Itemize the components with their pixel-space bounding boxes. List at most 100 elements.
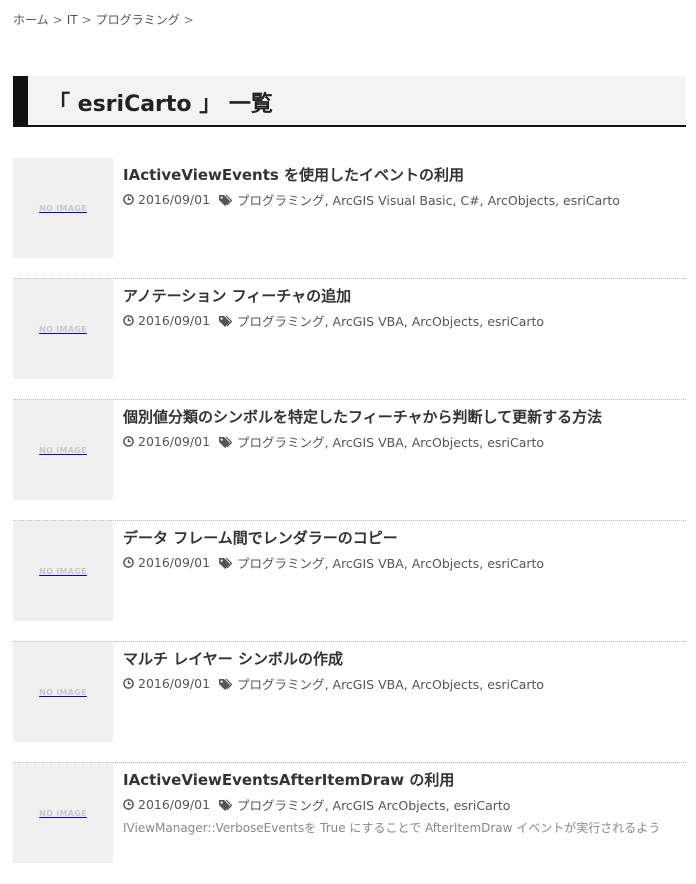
post-date: 2016/09/01 <box>138 434 211 449</box>
post-title-link[interactable]: IActiveViewEventsAfterItemDraw の利用 <box>123 769 454 790</box>
post-tag-link[interactable]: プログラミング <box>237 556 325 571</box>
post-tag-link[interactable]: ArcGIS Visual Basic <box>333 193 453 208</box>
post-item: NO IMAGE IActiveViewEvents を使用したイベントの利用 20… <box>13 158 686 279</box>
clock-icon <box>123 557 134 568</box>
post-excerpt: IViewManager::VerboseEventsを True にすることで… <box>123 821 661 835</box>
tag-separator: , <box>324 193 333 208</box>
post-item: NO IMAGE IActiveViewEventsAfterItemDraw の… <box>13 763 686 884</box>
breadcrumb-programming[interactable]: プログラミング <box>96 13 180 27</box>
tag-separator: , <box>324 556 333 571</box>
post-tags: プログラミング, ArcGIS VBA, ArcObjects, esriCar… <box>237 432 544 451</box>
post-tag-link[interactable]: esriCarto <box>487 314 544 329</box>
post-item: NO IMAGE マルチ レイヤー シンボルの作成 2016/09/01 プログラミン… <box>13 642 686 763</box>
post-tag-link[interactable]: esriCarto <box>487 435 544 450</box>
post-title-link[interactable]: アノテーション フィーチャの追加 <box>123 285 351 306</box>
post-tag-link[interactable]: ArcObjects <box>412 556 480 571</box>
page-title: 「 esriCarto 」 一覧 <box>48 92 273 117</box>
page-title-bar: 「 esriCarto 」 一覧 <box>13 76 686 127</box>
tag-separator: , <box>324 677 333 692</box>
post-thumbnail[interactable]: NO IMAGE <box>13 763 113 863</box>
post-tag-link[interactable]: esriCarto <box>563 193 620 208</box>
post-tag-link[interactable]: ArcObjects <box>412 677 480 692</box>
post-tags: プログラミング, ArcGIS Visual Basic, C#, ArcObj… <box>237 190 620 209</box>
post-tag-link[interactable]: ArcObjects <box>412 314 480 329</box>
post-date: 2016/09/01 <box>138 192 211 207</box>
breadcrumb-it[interactable]: IT <box>67 13 78 27</box>
no-image-placeholder: NO IMAGE <box>39 808 87 818</box>
post-meta: 2016/09/01 プログラミング, ArcGIS VBA, ArcObject… <box>123 674 544 693</box>
post-meta: 2016/09/01 プログラミング, ArcGIS VBA, ArcObject… <box>123 432 544 451</box>
tag-separator: , <box>403 556 412 571</box>
clock-icon <box>123 194 134 205</box>
post-thumbnail[interactable]: NO IMAGE <box>13 400 113 500</box>
post-title-link[interactable]: 個別値分類のシンボルを特定したフィーチャから判断して更新する方法 <box>123 406 602 427</box>
post-item: NO IMAGE 個別値分類のシンボルを特定したフィーチャから判断して更新する方法… <box>13 400 686 521</box>
post-meta: 2016/09/01 プログラミング, ArcGIS ArcObjects, es… <box>123 795 510 814</box>
post-tag-link[interactable]: プログラミング <box>237 435 325 450</box>
post-title-link[interactable]: データ フレーム間でレンダラーのコピー <box>123 527 398 548</box>
no-image-placeholder: NO IMAGE <box>39 445 87 455</box>
post-tag-link[interactable]: ArcGIS VBA <box>333 677 404 692</box>
tags-icon <box>219 194 233 206</box>
tag-separator: , <box>479 314 488 329</box>
no-image-placeholder: NO IMAGE <box>39 687 87 697</box>
tags-icon <box>219 315 233 327</box>
post-meta: 2016/09/01 プログラミング, ArcGIS Visual Basic, … <box>123 190 620 209</box>
title-accent-bar <box>13 76 28 125</box>
post-tags: プログラミング, ArcGIS VBA, ArcObjects, esriCar… <box>237 311 544 330</box>
no-image-placeholder: NO IMAGE <box>39 324 87 334</box>
post-date: 2016/09/01 <box>138 676 211 691</box>
post-tag-link[interactable]: esriCarto <box>454 798 511 813</box>
clock-icon <box>123 678 134 689</box>
post-tag-link[interactable]: C# <box>460 193 479 208</box>
tag-separator: , <box>555 193 564 208</box>
post-thumbnail[interactable]: NO IMAGE <box>13 279 113 379</box>
post-tag-link[interactable]: esriCarto <box>487 556 544 571</box>
clock-icon <box>123 436 134 447</box>
post-title-link[interactable]: マルチ レイヤー シンボルの作成 <box>123 648 343 669</box>
post-title-link[interactable]: IActiveViewEvents を使用したイベントの利用 <box>123 164 464 185</box>
post-thumbnail[interactable]: NO IMAGE <box>13 642 113 742</box>
post-date: 2016/09/01 <box>138 797 211 812</box>
tag-separator: , <box>445 798 454 813</box>
post-tag-link[interactable]: esriCarto <box>487 677 544 692</box>
tag-separator: , <box>324 435 333 450</box>
breadcrumb-separator: > <box>183 13 194 27</box>
tag-separator: , <box>403 677 412 692</box>
post-item: NO IMAGE アノテーション フィーチャの追加 2016/09/01 プログラミン… <box>13 279 686 400</box>
tag-separator: , <box>324 314 333 329</box>
post-tag-link[interactable]: プログラミング <box>237 314 325 329</box>
breadcrumb-home[interactable]: ホーム <box>13 13 49 27</box>
post-meta: 2016/09/01 プログラミング, ArcGIS VBA, ArcObject… <box>123 553 544 572</box>
post-tags: プログラミング, ArcGIS VBA, ArcObjects, esriCar… <box>237 674 544 693</box>
post-tag-link[interactable]: ArcObjects <box>412 435 480 450</box>
tag-separator: , <box>479 556 488 571</box>
post-tag-link[interactable]: ArcGIS ArcObjects <box>333 798 446 813</box>
post-tag-link[interactable]: ArcObjects <box>488 193 556 208</box>
post-tag-link[interactable]: プログラミング <box>237 798 325 813</box>
post-thumbnail[interactable]: NO IMAGE <box>13 521 113 621</box>
tag-separator: , <box>403 314 412 329</box>
post-tag-link[interactable]: ArcGIS VBA <box>333 556 404 571</box>
post-date: 2016/09/01 <box>138 555 211 570</box>
post-thumbnail[interactable]: NO IMAGE <box>13 158 113 258</box>
tags-icon <box>219 799 233 811</box>
breadcrumb: ホーム > IT > プログラミング > <box>13 11 198 28</box>
no-image-placeholder: NO IMAGE <box>39 203 87 213</box>
page: ホーム > IT > プログラミング > 「 esriCarto 」 一覧 NO IMAG… <box>0 0 696 863</box>
post-tag-link[interactable]: ArcGIS VBA <box>333 314 404 329</box>
post-date: 2016/09/01 <box>138 313 211 328</box>
post-tags: プログラミング, ArcGIS VBA, ArcObjects, esriCar… <box>237 553 544 572</box>
tag-separator: , <box>403 435 412 450</box>
breadcrumb-separator: > <box>52 13 63 27</box>
tags-icon <box>219 678 233 690</box>
post-tags: プログラミング, ArcGIS ArcObjects, esriCarto <box>237 795 510 814</box>
tags-icon <box>219 436 233 448</box>
tag-separator: , <box>324 798 333 813</box>
post-item: NO IMAGE データ フレーム間でレンダラーのコピー 2016/09/01 プログ… <box>13 521 686 642</box>
post-tag-link[interactable]: ArcGIS VBA <box>333 435 404 450</box>
post-tag-link[interactable]: プログラミング <box>237 193 325 208</box>
no-image-placeholder: NO IMAGE <box>39 566 87 576</box>
tag-separator: , <box>479 193 488 208</box>
post-tag-link[interactable]: プログラミング <box>237 677 325 692</box>
